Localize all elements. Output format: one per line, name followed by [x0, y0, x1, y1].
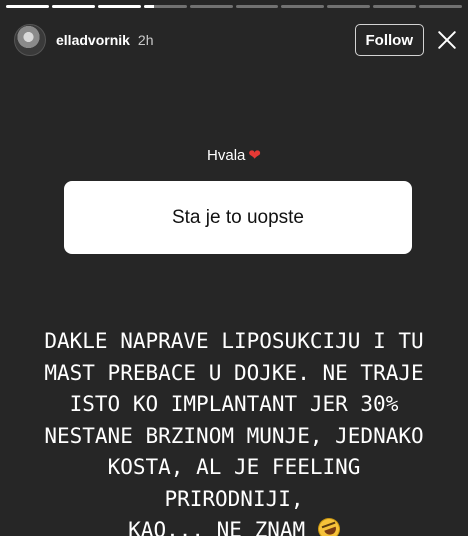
progress-segment	[327, 5, 371, 8]
caption-line: KOSTA, AL JE FEELING PRIRODNIJI,	[107, 455, 361, 511]
follow-button[interactable]: Follow	[354, 24, 424, 56]
caption-line: NESTANE BRZINOM MUNJE, JEDNAKO	[44, 423, 424, 448]
username[interactable]: elladvornik	[56, 32, 130, 48]
caption-line: KAO... NE ZNAM	[128, 518, 306, 536]
avatar[interactable]	[14, 24, 46, 56]
story-header: elladvornik 2h Follow	[14, 22, 460, 58]
caption-line: DAKLE NAPRAVE LIPOSUKCIJU I TU	[44, 329, 424, 353]
caption-line: ISTO KO IMPLANTANT JER 30%	[69, 392, 399, 416]
progress-segment	[189, 5, 233, 8]
progress-segment	[6, 5, 49, 8]
caption-line: MAST PREBACE U DOJKE. NE TRAJE	[44, 360, 424, 385]
progress-segment	[97, 5, 141, 8]
story-progress-bar	[6, 5, 463, 8]
progress-segment	[373, 5, 417, 8]
close-icon[interactable]	[434, 27, 460, 53]
progress-segment	[51, 5, 95, 8]
progress-segment-fill	[51, 5, 95, 8]
story-caption: DAKLE NAPRAVE LIPOSUKCIJU I TU MAST PREB…	[40, 326, 428, 536]
post-time: 2h	[137, 32, 154, 48]
question-sticker-prompt: Hvala ❤	[0, 146, 468, 164]
progress-segment-fill	[143, 5, 155, 8]
answer-text: Sta je to uopste	[171, 206, 305, 228]
heart-emoji: ❤	[248, 147, 261, 164]
caption-line-last: KAO... NE ZNAM	[40, 514, 428, 536]
question-text: Hvala	[207, 147, 246, 164]
progress-segment	[281, 5, 325, 8]
rolling-on-floor-laughing-emoji	[314, 514, 343, 536]
progress-segment-fill	[97, 5, 141, 8]
question-answer-card: Sta je to uopste	[64, 181, 412, 254]
progress-segment	[419, 5, 463, 8]
progress-segment	[143, 5, 187, 8]
progress-segment-fill	[6, 5, 49, 8]
progress-segment	[235, 5, 279, 8]
